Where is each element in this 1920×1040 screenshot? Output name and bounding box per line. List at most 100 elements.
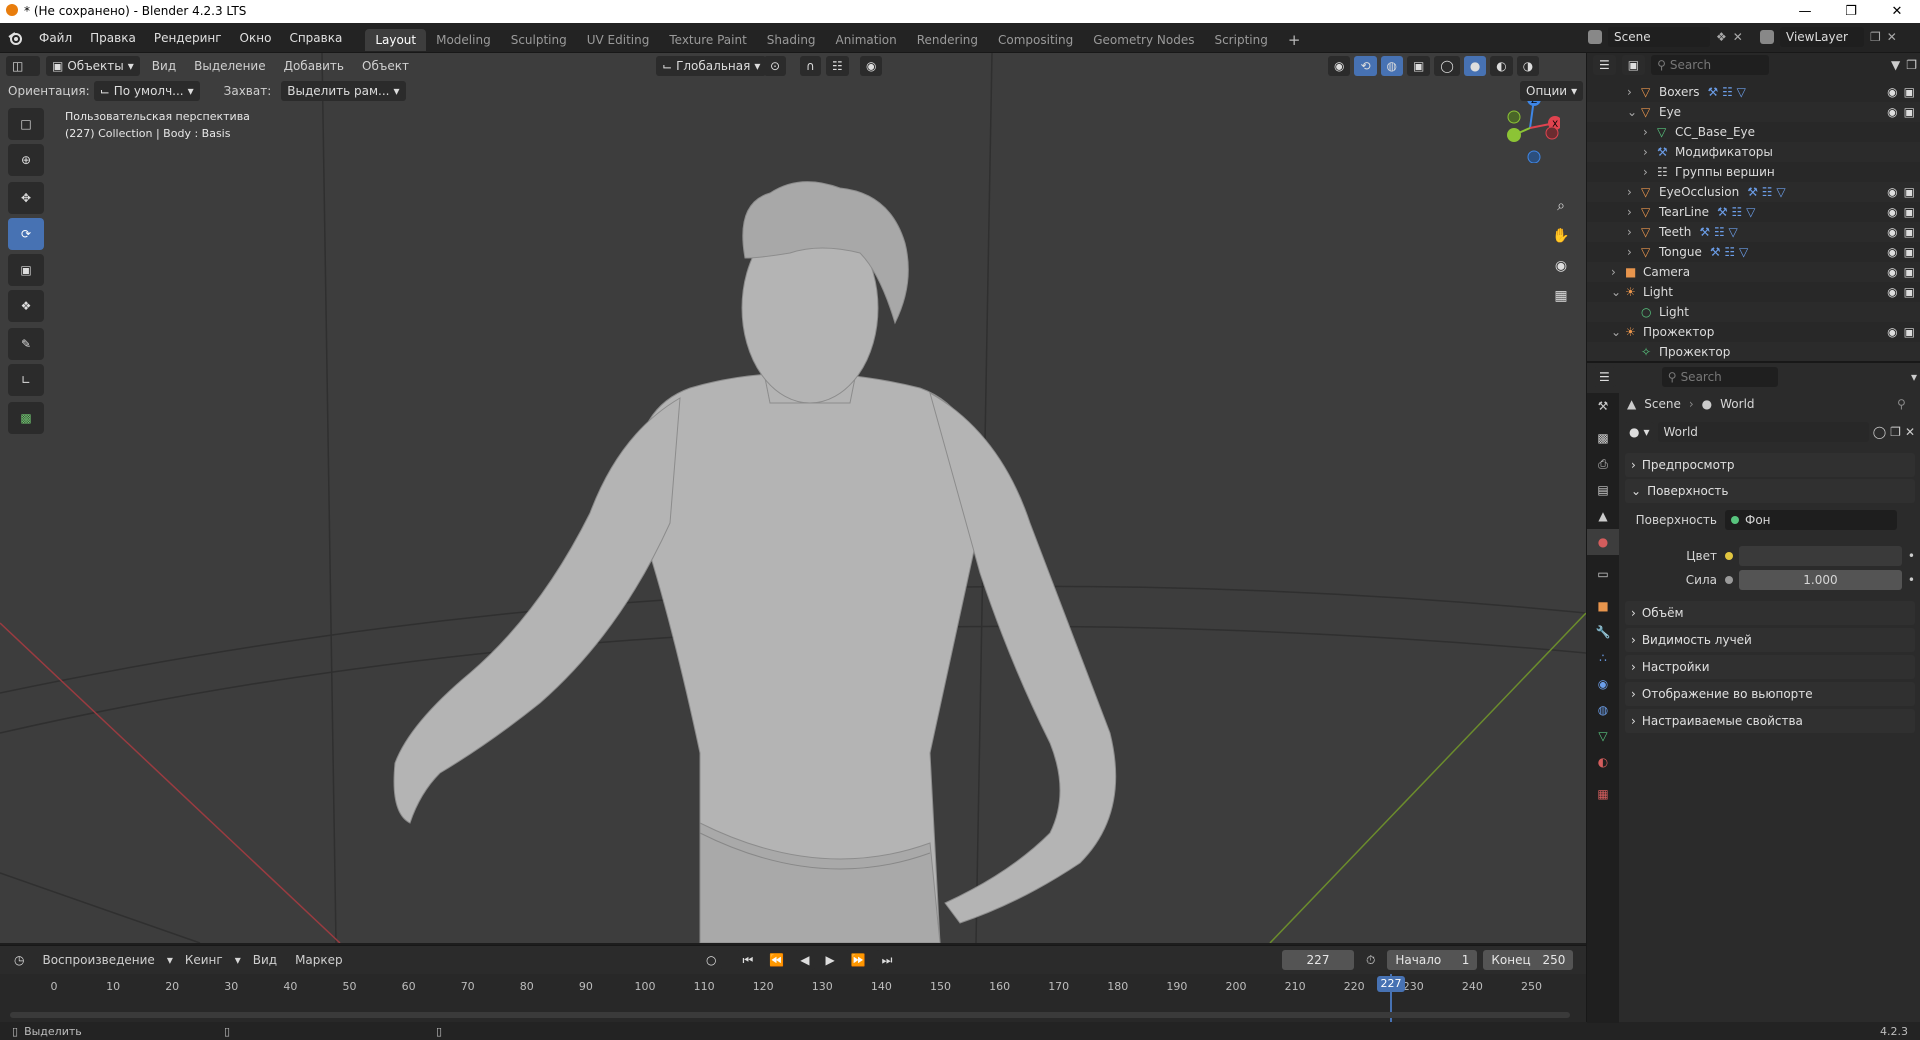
transform-orientation-dropdown[interactable]: ⌙ Глобальная ▾ bbox=[656, 56, 767, 76]
tab-texture[interactable]: ▦ bbox=[1587, 781, 1619, 807]
menu-help[interactable]: Справка bbox=[280, 23, 351, 53]
panel-custom-properties[interactable]: › Настраиваемые свойства bbox=[1625, 709, 1915, 733]
eye-icon[interactable]: ◉ bbox=[1887, 205, 1897, 219]
chevron-right-icon[interactable]: › bbox=[1643, 145, 1657, 159]
menu-view[interactable]: Вид bbox=[146, 59, 182, 73]
timeline-scrollbar[interactable] bbox=[10, 1012, 1570, 1018]
scene-name-field[interactable]: Scene bbox=[1608, 27, 1710, 47]
eye-icon[interactable]: ◉ bbox=[1887, 105, 1897, 119]
outliner-row[interactable]: › ■ Camera ◉ ▣ bbox=[1587, 262, 1920, 282]
panel-ray-visibility[interactable]: › Видимость лучей bbox=[1625, 628, 1915, 652]
measure-tool[interactable]: ∟ bbox=[8, 364, 44, 396]
rotate-tool[interactable]: ⟳ bbox=[8, 218, 44, 250]
tab-view-layer[interactable]: ▤ bbox=[1587, 477, 1619, 503]
panel-surface[interactable]: ⌄ Поверхность bbox=[1625, 479, 1915, 503]
eye-icon[interactable]: ◉ bbox=[1887, 285, 1897, 299]
tab-render[interactable]: ▩ bbox=[1587, 425, 1619, 451]
eye-icon[interactable]: ◉ bbox=[1887, 85, 1897, 99]
menu-object[interactable]: Объект bbox=[356, 59, 415, 73]
stopwatch-icon[interactable]: ⏱ bbox=[1360, 950, 1382, 970]
play-button[interactable]: ▶ bbox=[819, 950, 841, 970]
auto-key-toggle[interactable]: ○ bbox=[700, 950, 723, 970]
strength-socket-icon[interactable] bbox=[1725, 576, 1733, 584]
modifier-badges[interactable]: ⚒ ☷ ▽ bbox=[1708, 85, 1746, 99]
tab-compositing[interactable]: Compositing bbox=[988, 29, 1083, 51]
display-mode-dropdown[interactable]: ▣ bbox=[1621, 55, 1646, 75]
menu-playback[interactable]: Воспроизведение bbox=[36, 953, 160, 967]
chevron-right-icon[interactable]: › bbox=[1627, 185, 1641, 199]
tab-material[interactable]: ◐ bbox=[1587, 749, 1619, 775]
chevron-down-icon[interactable]: ⌄ bbox=[1611, 285, 1625, 299]
minimize-button[interactable]: — bbox=[1782, 0, 1828, 23]
tab-object[interactable]: ■ bbox=[1587, 593, 1619, 619]
properties-editor-type-button[interactable]: ☰ bbox=[1593, 367, 1616, 387]
play-reverse-button[interactable]: ◀ bbox=[794, 950, 816, 970]
tab-layout[interactable]: Layout bbox=[365, 28, 427, 51]
render-camera-icon[interactable]: ▣ bbox=[1904, 105, 1915, 119]
scene-selector[interactable]: Scene ❖ ✕ bbox=[1588, 27, 1743, 47]
proportional-edit-toggle[interactable]: ◉ bbox=[860, 56, 883, 76]
menu-window[interactable]: Окно bbox=[231, 23, 281, 53]
pan-hand-icon[interactable]: ✋ bbox=[1548, 223, 1574, 249]
view-layer-selector[interactable]: ViewLayer ❐ ✕ bbox=[1760, 27, 1897, 47]
outliner-row[interactable]: ⌄ ☀ Прожектор ◉ ▣ bbox=[1587, 322, 1920, 342]
close-icon[interactable]: ✕ bbox=[1905, 425, 1915, 439]
world-name-field[interactable]: World bbox=[1657, 422, 1869, 442]
outliner-row[interactable]: › ☷ Группы вершин bbox=[1587, 162, 1920, 182]
gizmo-toggle[interactable]: ⟲ bbox=[1354, 56, 1377, 76]
tab-sculpting[interactable]: Sculpting bbox=[501, 29, 577, 51]
outliner-row[interactable]: › ▽ Boxers ⚒ ☷ ▽ ◉ ▣ bbox=[1587, 82, 1920, 102]
jump-start-button[interactable]: ⏮ bbox=[736, 950, 760, 970]
eye-icon[interactable]: ◉ bbox=[1887, 245, 1897, 259]
navigation-gizmo[interactable]: Z X bbox=[1500, 93, 1560, 163]
close-icon[interactable]: ✕ bbox=[1733, 30, 1743, 44]
move-tool[interactable]: ✥ bbox=[8, 182, 44, 214]
tab-animation[interactable]: Animation bbox=[826, 29, 907, 51]
editor-type-button[interactable]: ◫ bbox=[6, 56, 40, 76]
menu-marker[interactable]: Маркер bbox=[289, 953, 349, 967]
close-button[interactable]: ✕ bbox=[1874, 0, 1920, 23]
grid-view-icon[interactable]: ▦ bbox=[1548, 283, 1574, 309]
current-frame-field[interactable]: 227 bbox=[1282, 950, 1354, 970]
chevron-right-icon[interactable]: › bbox=[1643, 125, 1657, 139]
chevron-right-icon[interactable]: › bbox=[1627, 245, 1641, 259]
outliner-row[interactable]: › ▽ Teeth ⚒ ☷ ▽ ◉ ▣ bbox=[1587, 222, 1920, 242]
rendered-shading-button[interactable]: ◑ bbox=[1516, 56, 1540, 76]
render-camera-icon[interactable]: ▣ bbox=[1904, 185, 1915, 199]
timeline-editor-type-button[interactable]: ◷ bbox=[8, 950, 31, 970]
outliner-row[interactable]: › ▽ CC_Base_Eye bbox=[1587, 122, 1920, 142]
add-cube-tool[interactable]: ▩ bbox=[8, 402, 44, 434]
render-camera-icon[interactable]: ▣ bbox=[1904, 85, 1915, 99]
outliner-row[interactable]: › ▽ Tongue ⚒ ☷ ▽ ◉ ▣ bbox=[1587, 242, 1920, 262]
frame-ruler[interactable]: 0 10 20 30 40 50 60 70 80 90 100 110 120 130 140 150 160… bbox=[0, 974, 1586, 1026]
cursor-tool[interactable]: ⊕ bbox=[8, 144, 44, 176]
chevron-down-icon[interactable]: ▾ bbox=[1911, 370, 1917, 384]
filter-icon[interactable]: ▼ bbox=[1891, 58, 1900, 72]
eye-icon[interactable]: ◉ bbox=[1887, 185, 1897, 199]
tab-modeling[interactable]: Modeling bbox=[426, 29, 501, 51]
chevron-right-icon[interactable]: › bbox=[1643, 165, 1657, 179]
chevron-right-icon[interactable]: › bbox=[1627, 225, 1641, 239]
tab-output[interactable]: ⎙ bbox=[1587, 451, 1619, 477]
tab-constraints[interactable]: ◍ bbox=[1587, 697, 1619, 723]
xray-toggle[interactable]: ▣ bbox=[1407, 56, 1431, 76]
color-swatch[interactable] bbox=[1739, 546, 1902, 566]
tab-world[interactable]: ● bbox=[1587, 529, 1619, 555]
panel-viewport-display[interactable]: › Отображение во вьюпорте bbox=[1625, 682, 1915, 706]
shield-icon[interactable]: ◯ bbox=[1873, 425, 1886, 439]
pivot-dropdown[interactable]: ⊙ bbox=[764, 56, 787, 76]
menu-edit[interactable]: Правка bbox=[81, 23, 145, 53]
outliner-row[interactable]: › ⚒ Модификаторы bbox=[1587, 142, 1920, 162]
menu-timeline-view[interactable]: Вид bbox=[247, 953, 283, 967]
playhead[interactable]: 227 bbox=[1377, 976, 1405, 992]
jump-end-button[interactable]: ⏭ bbox=[875, 950, 899, 970]
chevron-down-icon[interactable]: ⌄ bbox=[1627, 105, 1641, 119]
new-collection-icon[interactable]: ❐ bbox=[1906, 58, 1917, 72]
transform-tool[interactable]: ❖ bbox=[8, 290, 44, 322]
chevron-right-icon[interactable]: › bbox=[1627, 85, 1641, 99]
pin-icon[interactable]: ❖ bbox=[1716, 30, 1727, 44]
tab-uv-editing[interactable]: UV Editing bbox=[577, 29, 660, 51]
grab-dropdown[interactable]: Выделить рам... ▾ bbox=[281, 81, 406, 101]
menu-file[interactable]: Файл bbox=[30, 23, 81, 53]
menu-add[interactable]: Добавить bbox=[278, 59, 350, 73]
